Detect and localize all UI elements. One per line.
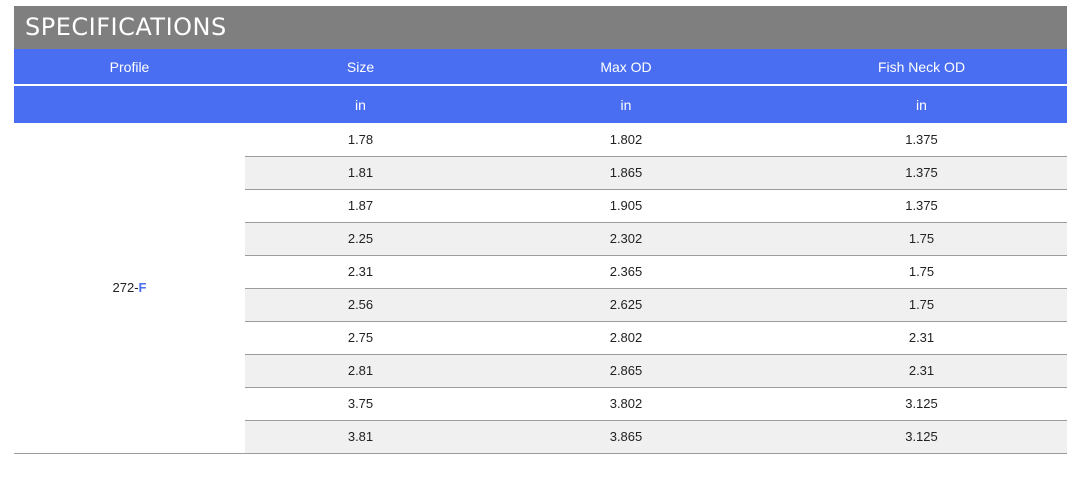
table-row: 272-F 1.78 1.802 1.375 — [14, 123, 1067, 454]
fish-neck-od-cell: 1.375 — [776, 156, 1067, 190]
size-cell: 2.56 — [245, 288, 476, 322]
fish-neck-od-cell: 1.375 — [776, 189, 1067, 223]
size-cell: 2.75 — [245, 321, 476, 355]
size-cell: 2.31 — [245, 255, 476, 289]
units-row: in in in — [14, 85, 1067, 123]
fish-neck-od-cell: 1.75 — [776, 288, 1067, 322]
size-cell: 3.81 — [245, 420, 476, 454]
specifications-panel: SPECIFICATIONS Profile Size Max OD Fish … — [14, 6, 1067, 454]
profile-cell: 272-F — [14, 123, 245, 454]
unit-max-od: in — [476, 85, 776, 123]
size-cell: 1.81 — [245, 156, 476, 190]
section-title: SPECIFICATIONS — [14, 6, 1067, 49]
max-od-cell: 2.865 — [476, 354, 776, 388]
max-od-cell: 3.802 — [476, 387, 776, 421]
table-body: 272-F 1.78 1.802 1.375 1.81 1.865 1.375 … — [14, 123, 1067, 454]
fish-neck-od-cell: 2.31 — [776, 354, 1067, 388]
max-od-cell: 2.365 — [476, 255, 776, 289]
size-cell: 1.87 — [245, 189, 476, 223]
max-od-cell: 1.865 — [476, 156, 776, 190]
size-cell: 3.75 — [245, 387, 476, 421]
size-cell: 2.25 — [245, 222, 476, 256]
column-header-fish-neck-od: Fish Neck OD — [776, 49, 1067, 86]
size-cell: 2.81 — [245, 354, 476, 388]
fish-neck-od-cell: 1.375 — [776, 123, 1067, 157]
column-header-profile: Profile — [14, 49, 245, 86]
unit-fish-neck-od: in — [776, 85, 1067, 123]
column-header-size: Size — [245, 49, 476, 86]
max-od-cell: 2.802 — [476, 321, 776, 355]
fish-neck-od-cell: 3.125 — [776, 420, 1067, 454]
unit-profile — [14, 85, 245, 123]
fish-neck-od-cell: 1.75 — [776, 222, 1067, 256]
specifications-table: Profile Size Max OD Fish Neck OD in in i… — [14, 49, 1067, 454]
max-od-cell: 3.865 — [476, 420, 776, 454]
fish-neck-od-cell: 2.31 — [776, 321, 1067, 355]
max-od-cell: 1.802 — [476, 123, 776, 157]
column-header-max-od: Max OD — [476, 49, 776, 86]
size-cell: 1.78 — [245, 123, 476, 157]
max-od-cell: 1.905 — [476, 189, 776, 223]
profile-prefix: 272- — [112, 280, 139, 296]
header-row: Profile Size Max OD Fish Neck OD — [14, 49, 1067, 86]
max-od-cell: 2.625 — [476, 288, 776, 322]
unit-size: in — [245, 85, 476, 123]
fish-neck-od-cell: 1.75 — [776, 255, 1067, 289]
max-od-cell: 2.302 — [476, 222, 776, 256]
fish-neck-od-cell: 3.125 — [776, 387, 1067, 421]
profile-suffix: F — [138, 280, 147, 296]
